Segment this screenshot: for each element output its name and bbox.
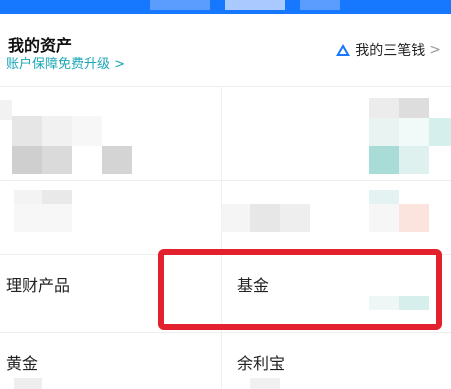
blurred-region [72, 116, 102, 146]
blurred-region [369, 190, 399, 204]
blurred-region [42, 146, 72, 174]
column-divider [221, 86, 222, 389]
highlight-annotation-box [158, 249, 442, 330]
blurred-region [14, 190, 42, 204]
blurred-region [12, 116, 42, 146]
blurred-region [369, 146, 399, 174]
blurred-region [399, 118, 429, 146]
menu-item-yulibao[interactable]: 余利宝 [237, 350, 285, 374]
blurred-region [369, 118, 399, 146]
menu-item-wealth-products[interactable]: 理财产品 [6, 272, 70, 296]
blurred-region [300, 0, 340, 10]
blurred-region [42, 116, 72, 146]
blurred-region [42, 190, 72, 204]
menu-item-label: 理财产品 [6, 276, 71, 295]
menu-item-label: 余利宝 [237, 354, 286, 373]
three-money-link[interactable]: 我的三笔钱 > [335, 40, 441, 60]
account-upgrade-label: 账户保障免费升级 [6, 57, 111, 72]
blurred-region [225, 0, 285, 10]
blurred-region [12, 146, 42, 174]
blurred-region [399, 146, 429, 174]
blurred-region [429, 118, 451, 146]
blurred-region [280, 204, 310, 232]
blurred-region [399, 204, 429, 232]
menu-item-gold[interactable]: 黄金 [6, 350, 38, 374]
top-bar [0, 0, 451, 14]
blurred-region [14, 378, 42, 389]
triangle-logo-icon [336, 44, 351, 56]
blurred-region [14, 204, 72, 232]
blurred-region [250, 204, 280, 232]
divider [0, 180, 451, 181]
account-upgrade-link[interactable]: 账户保障免费升级 > [6, 53, 125, 72]
chevron-right-icon: > [429, 42, 441, 58]
blurred-region [250, 378, 280, 389]
blurred-region [222, 204, 250, 232]
divider [0, 86, 451, 87]
menu-item-label: 黄金 [6, 354, 39, 373]
three-money-label: 我的三笔钱 [355, 43, 426, 59]
blurred-region [369, 204, 399, 232]
divider [0, 332, 451, 333]
blurred-region [369, 98, 399, 118]
blurred-region [0, 100, 12, 120]
blurred-region [399, 98, 429, 118]
chevron-right-icon: > [114, 57, 126, 72]
blurred-region [102, 146, 132, 174]
blurred-region [150, 0, 210, 10]
